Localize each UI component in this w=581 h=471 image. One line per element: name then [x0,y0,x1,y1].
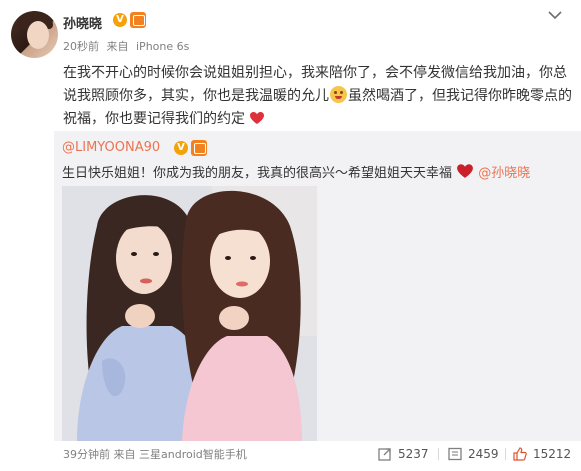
repost-icon [378,448,391,461]
avatar-face [27,21,49,49]
author-name[interactable]: 孙晓晓 [63,13,102,32]
repost-count: 5237 [398,447,429,461]
heart-icon [457,164,474,178]
post-text: 在我不开心的时候你会说姐姐别担心，我来陪你了，会不停发微信给我加油，你总说我照顾… [63,62,573,131]
member-icon[interactable] [191,140,207,156]
repost-author[interactable]: @LIMYOONA90 [62,140,160,155]
repost-mention[interactable]: @孙晓晓 [478,166,530,181]
comment-count: 2459 [468,447,499,461]
repost-text: 生日快乐姐姐！你成为我的朋友，我真的很高兴～希望姐姐天天幸福 @孙晓晓 [62,162,530,181]
weibo-card: 孙晓晓 V 20秒前 来自 iPhone 6s 在我不开心的时候你会说姐姐别担心… [0,0,581,471]
repost-text-body: 生日快乐姐姐！你成为我的朋友，我真的很高兴～希望姐姐天天幸福 [62,166,453,181]
verified-icon: V [113,13,127,27]
repost-box: @LIMYOONA90 V 生日快乐姐姐！你成为我的朋友，我真的很高兴～希望姐姐… [54,131,581,441]
divider [505,448,506,460]
post-photo[interactable] [62,186,317,441]
footer-time[interactable]: 39分钟前 [63,448,110,461]
comment-icon [448,447,462,461]
post-source[interactable]: iPhone 6s [136,40,189,53]
divider [438,448,439,460]
verified-icon: V [174,141,188,155]
comment-button[interactable]: 2459 [448,445,499,463]
photo-illustration [62,186,317,441]
member-icon[interactable] [130,12,146,28]
post-meta: 20秒前 来自 iPhone 6s [63,38,193,54]
footer-source[interactable]: 三星android智能手机 [139,448,247,461]
like-count: 15212 [533,447,572,461]
footer-source-prefix: 来自 [113,448,136,461]
chevron-down-icon[interactable] [548,10,562,20]
like-icon [513,447,527,461]
repost-button[interactable]: 5237 [378,445,429,463]
post-time[interactable]: 20秒前 [63,40,99,53]
emoji-icon [330,86,347,103]
heart-icon [250,112,265,124]
post-source-prefix: 来自 [106,40,129,53]
post-footer: 39分钟前 来自 三星android智能手机 5237 2459 15212 [0,441,581,471]
avatar[interactable] [11,11,58,58]
footer-meta: 39分钟前 来自 三星android智能手机 [63,446,247,462]
like-button[interactable]: 15212 [513,445,571,463]
